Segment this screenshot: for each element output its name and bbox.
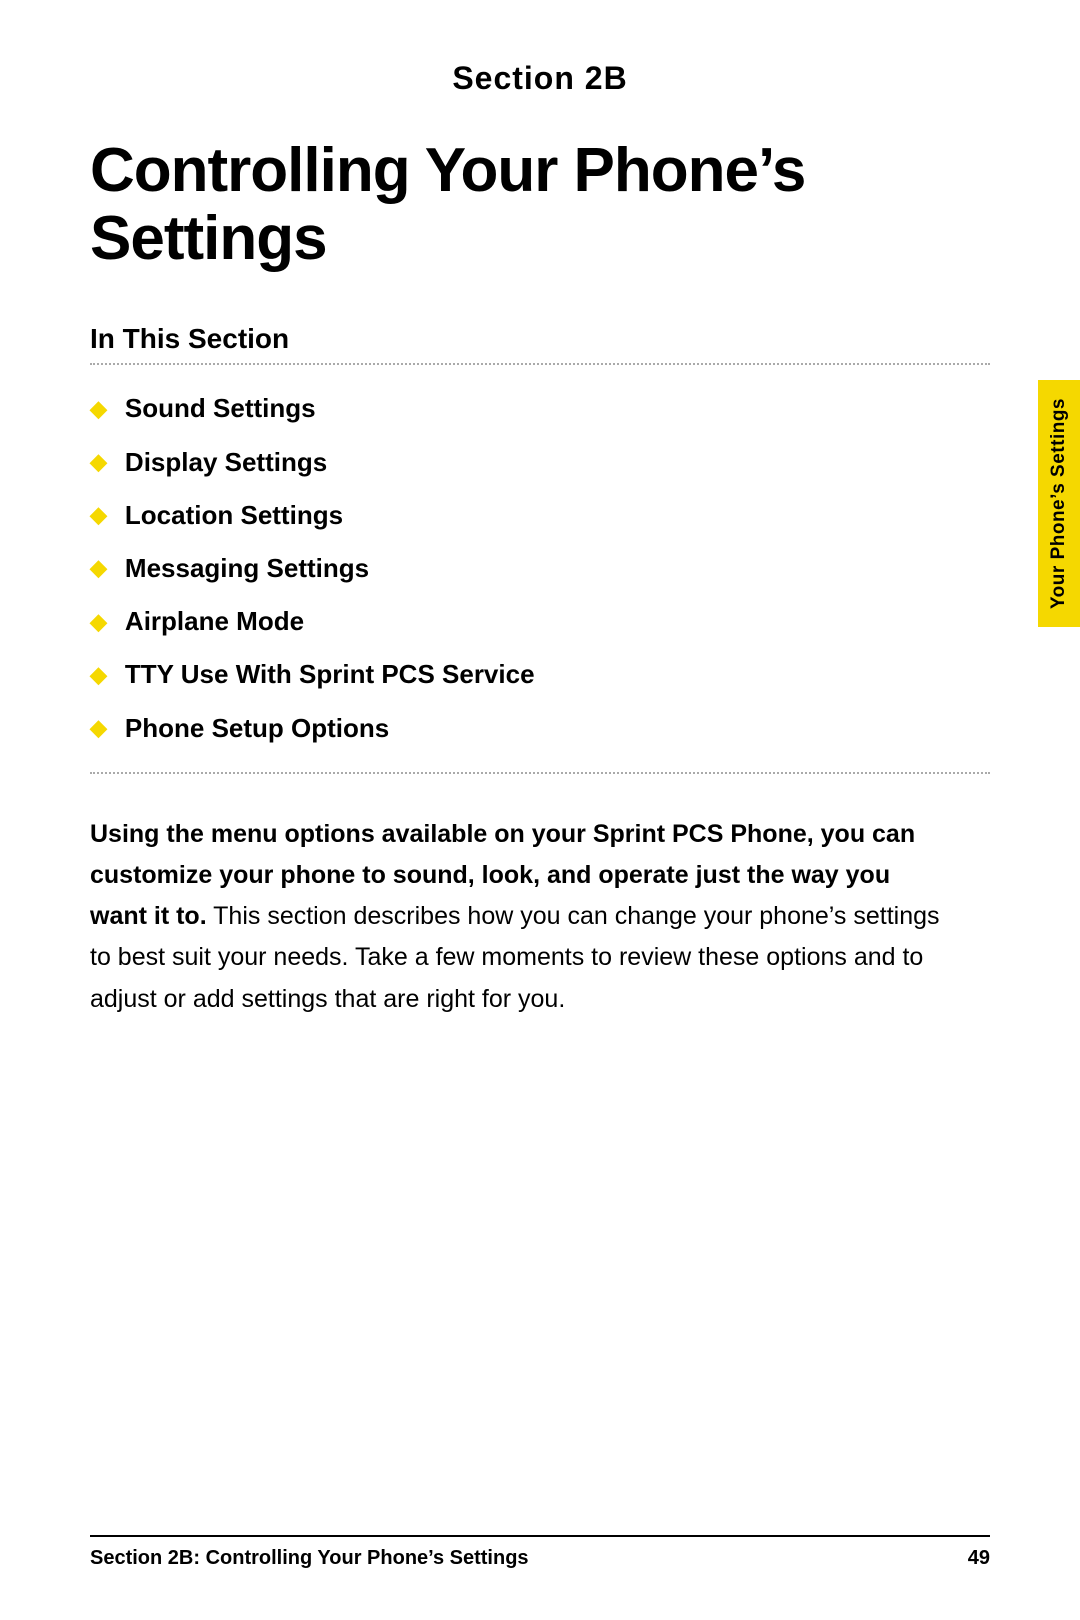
- toc-item-label: TTY Use With Sprint PCS Service: [125, 659, 535, 690]
- side-tab: Your Phone’s Settings: [1038, 380, 1080, 627]
- toc-list-item: ◆ Airplane Mode: [90, 606, 990, 637]
- diamond-icon: ◆: [90, 715, 107, 741]
- toc-list: ◆ Sound Settings ◆ Display Settings ◆ Locatio…: [90, 393, 990, 743]
- toc-item-label: Airplane Mode: [125, 606, 304, 637]
- bottom-divider: [90, 772, 990, 774]
- page-title: Controlling Your Phone’s Settings: [90, 137, 990, 273]
- toc-item-label: Phone Setup Options: [125, 713, 389, 744]
- diamond-icon: ◆: [90, 662, 107, 688]
- toc-item-label: Messaging Settings: [125, 553, 369, 584]
- toc-list-item: ◆ Display Settings: [90, 447, 990, 478]
- diamond-icon: ◆: [90, 502, 107, 528]
- intro-paragraph: Using the menu options available on your…: [90, 814, 950, 1020]
- toc-list-item: ◆ Location Settings: [90, 500, 990, 531]
- diamond-icon: ◆: [90, 449, 107, 475]
- toc-list-item: ◆ Sound Settings: [90, 393, 990, 424]
- side-tab-text: Your Phone’s Settings: [1048, 398, 1070, 609]
- intro-normal: This section describes how you can chang…: [90, 902, 940, 1013]
- footer-page-number: 49: [968, 1547, 990, 1570]
- toc-item-label: Display Settings: [125, 447, 327, 478]
- toc-list-item: ◆ Messaging Settings: [90, 553, 990, 584]
- section-label: Section 2B: [90, 60, 990, 97]
- top-divider: [90, 363, 990, 365]
- toc-item-label: Location Settings: [125, 500, 343, 531]
- footer: Section 2B: Controlling Your Phone’s Set…: [90, 1535, 990, 1570]
- toc-list-item: ◆ Phone Setup Options: [90, 713, 990, 744]
- toc-item-label: Sound Settings: [125, 393, 316, 424]
- diamond-icon: ◆: [90, 609, 107, 635]
- toc-list-item: ◆ TTY Use With Sprint PCS Service: [90, 659, 990, 690]
- footer-left-text: Section 2B: Controlling Your Phone’s Set…: [90, 1547, 529, 1570]
- page-container: Section 2B Controlling Your Phone’s Sett…: [0, 0, 1080, 1620]
- diamond-icon: ◆: [90, 396, 107, 422]
- in-this-section-header: In This Section: [90, 323, 990, 355]
- diamond-icon: ◆: [90, 555, 107, 581]
